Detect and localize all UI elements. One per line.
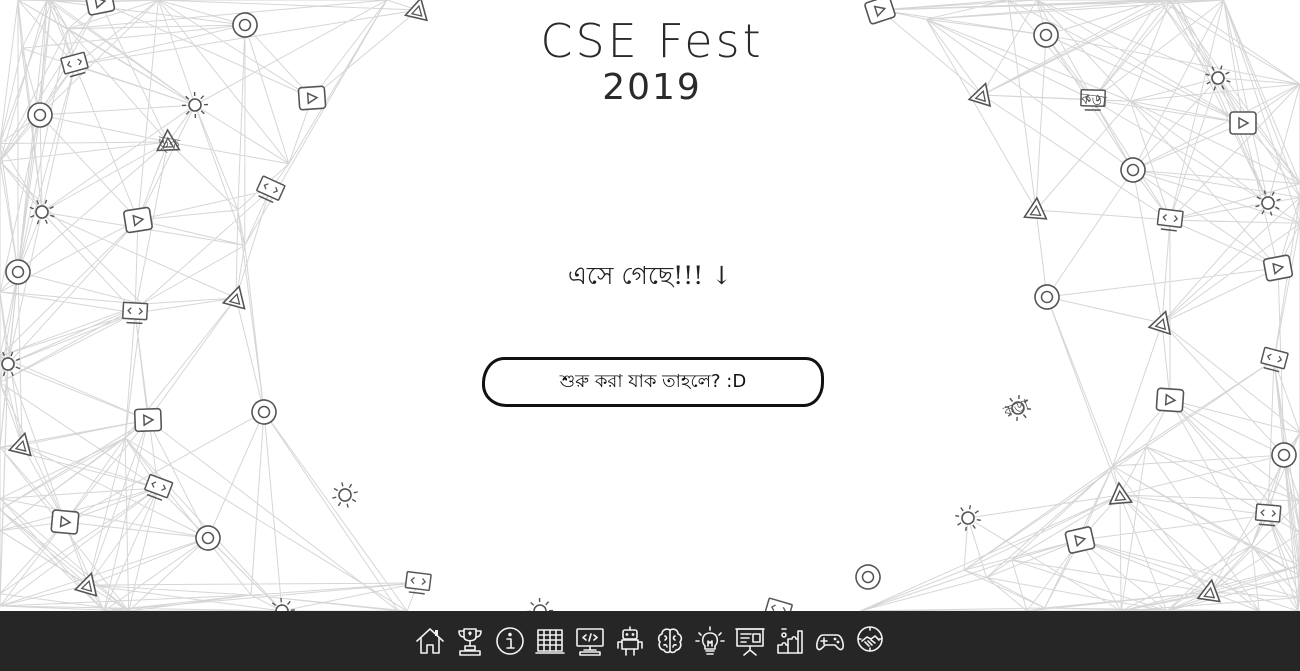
puzzle-icon[interactable] [774,625,806,657]
decor-tech-icon [955,505,981,531]
decor-word: কড়া [1000,395,1032,421]
gamepad-icon[interactable] [814,625,846,657]
start-button[interactable]: শুরু করা যাক তাহলে? :D [482,357,824,407]
trophy-icon[interactable] [454,625,486,657]
lightbulb-icon[interactable] [694,625,726,657]
decor-tech-icon [1155,387,1185,413]
event-title: CSE Fest 2019 [0,14,1300,108]
coding-monitor-icon[interactable] [574,625,606,657]
decor-tech-icon [251,399,277,425]
decor-tech-icon [332,482,358,508]
decor-tech-icon [123,206,153,234]
decor-tech-icon [144,473,174,501]
presentation-icon[interactable] [734,625,766,657]
decor-tech-icon [50,509,80,535]
info-icon[interactable] [494,625,526,657]
decor-tech-icon [1229,111,1257,135]
sponsor-handshake-icon[interactable] [854,625,886,657]
decor-tech-icon [133,407,163,433]
decor-tech-icon [1064,526,1096,554]
event-year: 2019 [602,67,702,108]
tagline: এসে গেছে!!! ↓ [567,261,733,290]
decor-tech-icon [1120,157,1146,183]
decor-tech-icon [121,301,149,325]
schedule-icon[interactable] [534,625,566,657]
decor-tech-icon [855,564,881,590]
page-title: CSE Fest [540,14,764,68]
bottom-nav [0,611,1300,671]
brain-icon[interactable] [654,625,686,657]
decor-tech-icon [404,570,432,595]
decor-tech-icon [764,597,793,611]
decor-word: ভূক [155,132,181,155]
robot-icon[interactable] [614,625,646,657]
decor-tech-icon [526,597,554,611]
home-icon[interactable] [414,625,446,657]
landing-page: ভূক কড়া কড়া CSE Fest 2019 এসে গেছে!!! ↓ … [0,0,1300,671]
decor-tech-icon [1254,503,1282,527]
